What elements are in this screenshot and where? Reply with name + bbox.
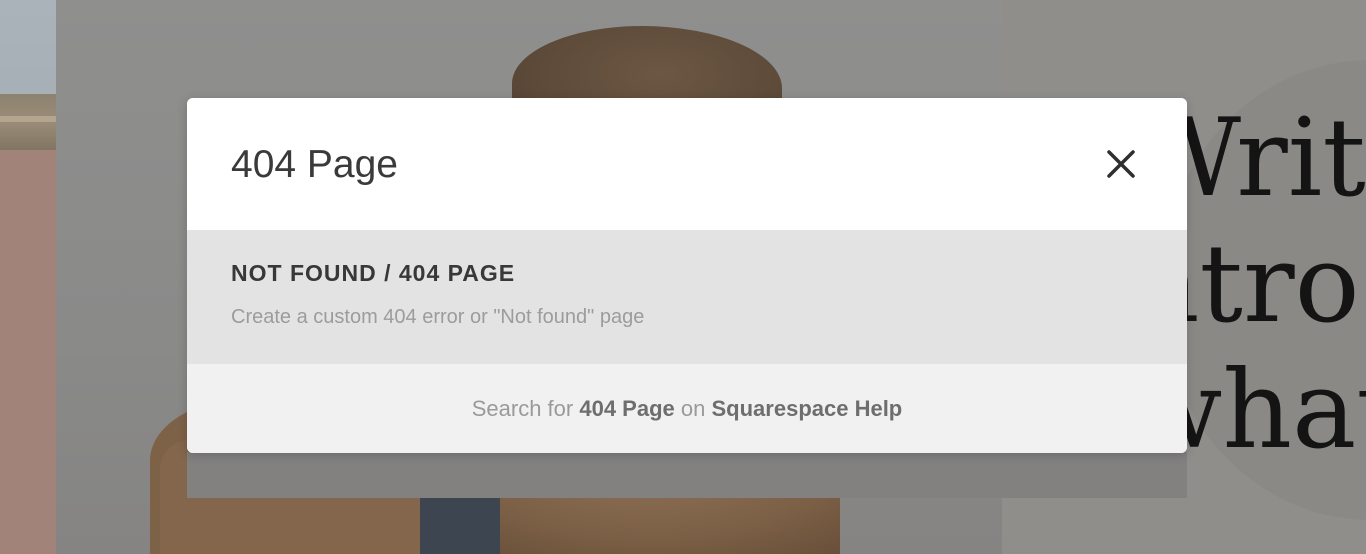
help-middle: on [680, 396, 706, 421]
background-pillar [0, 150, 56, 554]
close-icon [1099, 142, 1143, 186]
search-dialog: 404 Page NOT FOUND / 404 PAGE Create a c… [187, 98, 1187, 453]
search-result-item[interactable]: NOT FOUND / 404 PAGE Create a custom 404… [187, 230, 1187, 364]
help-prefix: Search for [471, 396, 574, 421]
dialog-title: 404 Page [231, 143, 398, 186]
help-site: Squarespace Help [711, 396, 903, 421]
background-pillar-cap [0, 94, 56, 156]
background-strip [187, 452, 1187, 498]
help-search-link[interactable]: Search for 404 Page on Squarespace Help [187, 364, 1187, 453]
close-button[interactable] [1099, 142, 1143, 186]
help-search-text[interactable]: Search for 404 Page on Squarespace Help [472, 396, 903, 421]
help-query: 404 Page [579, 396, 675, 421]
dialog-header: 404 Page [187, 98, 1187, 230]
result-title: NOT FOUND / 404 PAGE [231, 260, 516, 286]
result-description: Create a custom 404 error or "Not found"… [231, 306, 645, 328]
